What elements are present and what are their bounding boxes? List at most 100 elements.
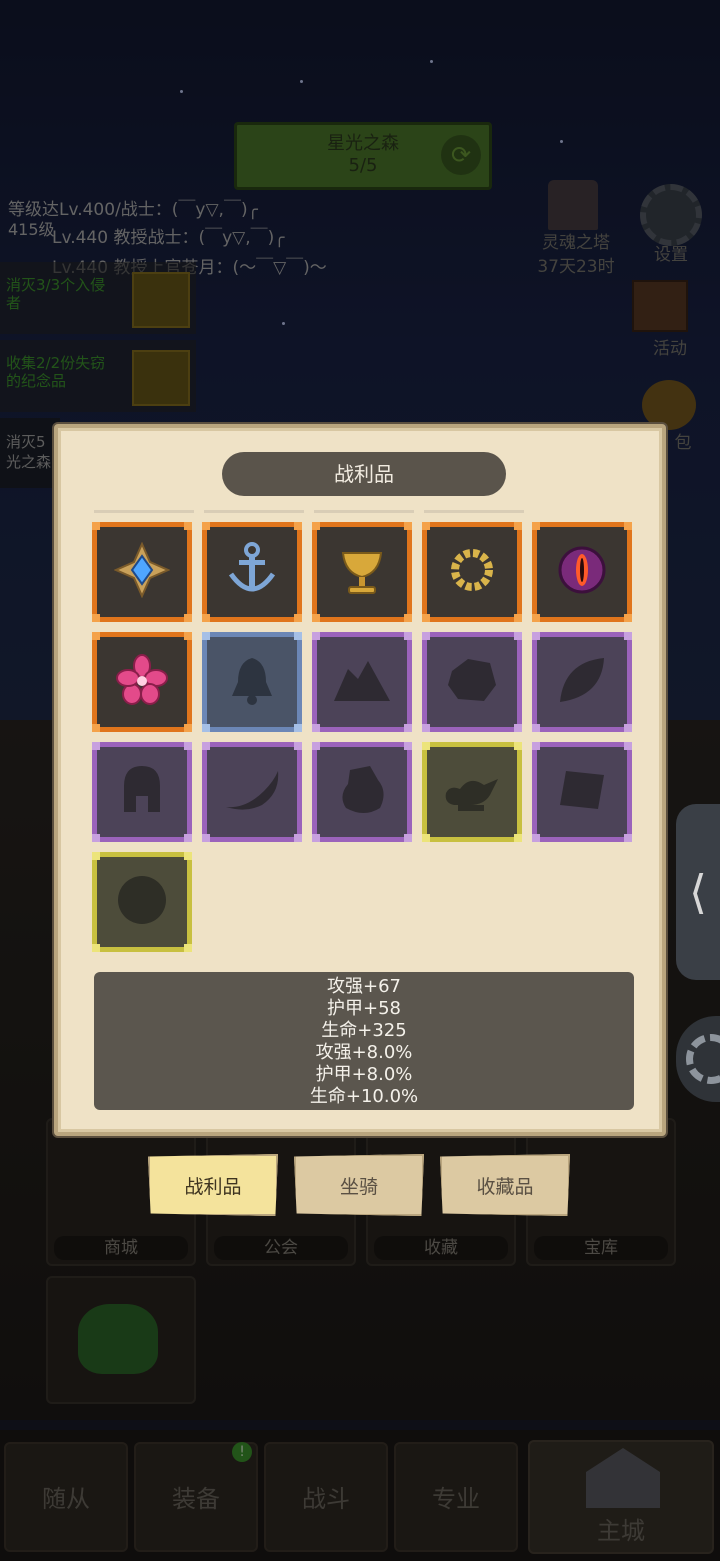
slot-corner: [404, 742, 412, 750]
slot-corner: [312, 632, 320, 640]
loot-slot[interactable]: [92, 632, 192, 732]
loot-slot[interactable]: [92, 742, 192, 842]
slot-corner: [92, 852, 100, 860]
slot-corner: [422, 742, 430, 750]
slot-corner: [184, 522, 192, 530]
loot-slot[interactable]: [422, 522, 522, 622]
loot-slot[interactable]: [532, 632, 632, 732]
slot-corner: [184, 944, 192, 952]
slot-corner: [294, 724, 302, 732]
anchor-icon: [227, 542, 277, 602]
thorn-crown-icon: [446, 544, 498, 600]
loot-slot[interactable]: [532, 742, 632, 842]
compass-gem-icon: [113, 541, 171, 602]
loot-slot[interactable]: [92, 522, 192, 622]
loot-slot[interactable]: [92, 852, 192, 952]
slot-corner: [624, 614, 632, 622]
slot-corner: [92, 632, 100, 640]
slot-corner: [202, 724, 210, 732]
slot-corner: [312, 724, 320, 732]
loot-slot[interactable]: [422, 632, 522, 732]
slot-corner: [184, 742, 192, 750]
slot-corner: [184, 632, 192, 640]
pink-flower-icon: [116, 654, 168, 710]
stat-line: 护甲+8.0%: [315, 1064, 413, 1085]
leaf-silhouette-icon: [554, 652, 610, 712]
mountain-silhouette-icon: [330, 655, 394, 709]
slot-corner: [624, 724, 632, 732]
slot-corner: [514, 724, 522, 732]
golden-chalice-icon: [335, 543, 389, 601]
slot-corner: [202, 834, 210, 842]
slot-corner: [404, 834, 412, 842]
loot-slot[interactable]: [422, 742, 522, 842]
slot-corner: [92, 834, 100, 842]
tab-mounts[interactable]: 坐骑: [294, 1154, 424, 1216]
slot-corner: [532, 632, 540, 640]
slot-corner: [184, 614, 192, 622]
slot-corner: [514, 614, 522, 622]
loot-slot[interactable]: [312, 522, 412, 622]
slot-corner: [92, 944, 100, 952]
side-drawer-handle[interactable]: ⟨: [676, 804, 720, 980]
slot-corner: [294, 632, 302, 640]
scroll-silhouette-icon: [554, 765, 610, 819]
slot-corner: [312, 742, 320, 750]
slot-corner: [624, 742, 632, 750]
pouch-silhouette-icon: [334, 762, 390, 822]
slot-corner: [422, 724, 430, 732]
slot-corner: [404, 724, 412, 732]
slot-corner: [422, 614, 430, 622]
tab-collectibles[interactable]: 收藏品: [440, 1154, 570, 1216]
slot-corner: [532, 742, 540, 750]
loot-panel: 战利品 攻强+67 护甲+58 生命+325 攻强+8.0% 护甲+8.0% 生…: [54, 424, 666, 1136]
slot-corner: [532, 834, 540, 842]
horn-silhouette-icon: [222, 767, 282, 817]
slot-corner: [532, 724, 540, 732]
panel-title: 战利品: [222, 452, 506, 496]
slot-corner: [202, 742, 210, 750]
slot-corner: [514, 742, 522, 750]
slot-corner: [514, 834, 522, 842]
slot-corner: [404, 522, 412, 530]
loot-slot[interactable]: [202, 632, 302, 732]
slot-corner: [184, 834, 192, 842]
slot-corner: [404, 614, 412, 622]
slot-corner: [92, 742, 100, 750]
slot-corner: [184, 724, 192, 732]
slot-corner: [294, 742, 302, 750]
slot-corner: [184, 852, 192, 860]
slot-corner: [294, 834, 302, 842]
slot-corner: [624, 834, 632, 842]
bell-silhouette-icon: [224, 652, 280, 712]
slot-corner: [92, 724, 100, 732]
slot-corner: [312, 522, 320, 530]
gear-icon: [686, 1034, 720, 1084]
slot-corner: [312, 614, 320, 622]
slot-corner: [92, 614, 100, 622]
panel-divider: [94, 510, 634, 514]
stat-line: 生命+10.0%: [309, 1086, 419, 1107]
slot-corner: [202, 522, 210, 530]
slot-corner: [202, 632, 210, 640]
slot-corner: [312, 834, 320, 842]
loot-slot[interactable]: [312, 742, 412, 842]
slot-corner: [514, 522, 522, 530]
stat-line: 护甲+58: [327, 998, 401, 1019]
loot-slot[interactable]: [202, 742, 302, 842]
demon-eye-icon: [556, 544, 608, 600]
rock-silhouette-icon: [444, 655, 500, 709]
slot-corner: [514, 632, 522, 640]
tab-loot[interactable]: 战利品: [148, 1154, 278, 1216]
loot-slot[interactable]: [312, 632, 412, 732]
slot-corner: [532, 614, 540, 622]
slot-corner: [422, 632, 430, 640]
stat-line: 攻强+8.0%: [315, 1042, 413, 1063]
slot-corner: [532, 522, 540, 530]
slot-corner: [422, 522, 430, 530]
loot-slot[interactable]: [532, 522, 632, 622]
lamp-silhouette-icon: [440, 765, 504, 819]
loot-stats-box: 攻强+67 护甲+58 生命+325 攻强+8.0% 护甲+8.0% 生命+10…: [94, 972, 634, 1110]
loot-slot[interactable]: [202, 522, 302, 622]
slot-corner: [422, 834, 430, 842]
